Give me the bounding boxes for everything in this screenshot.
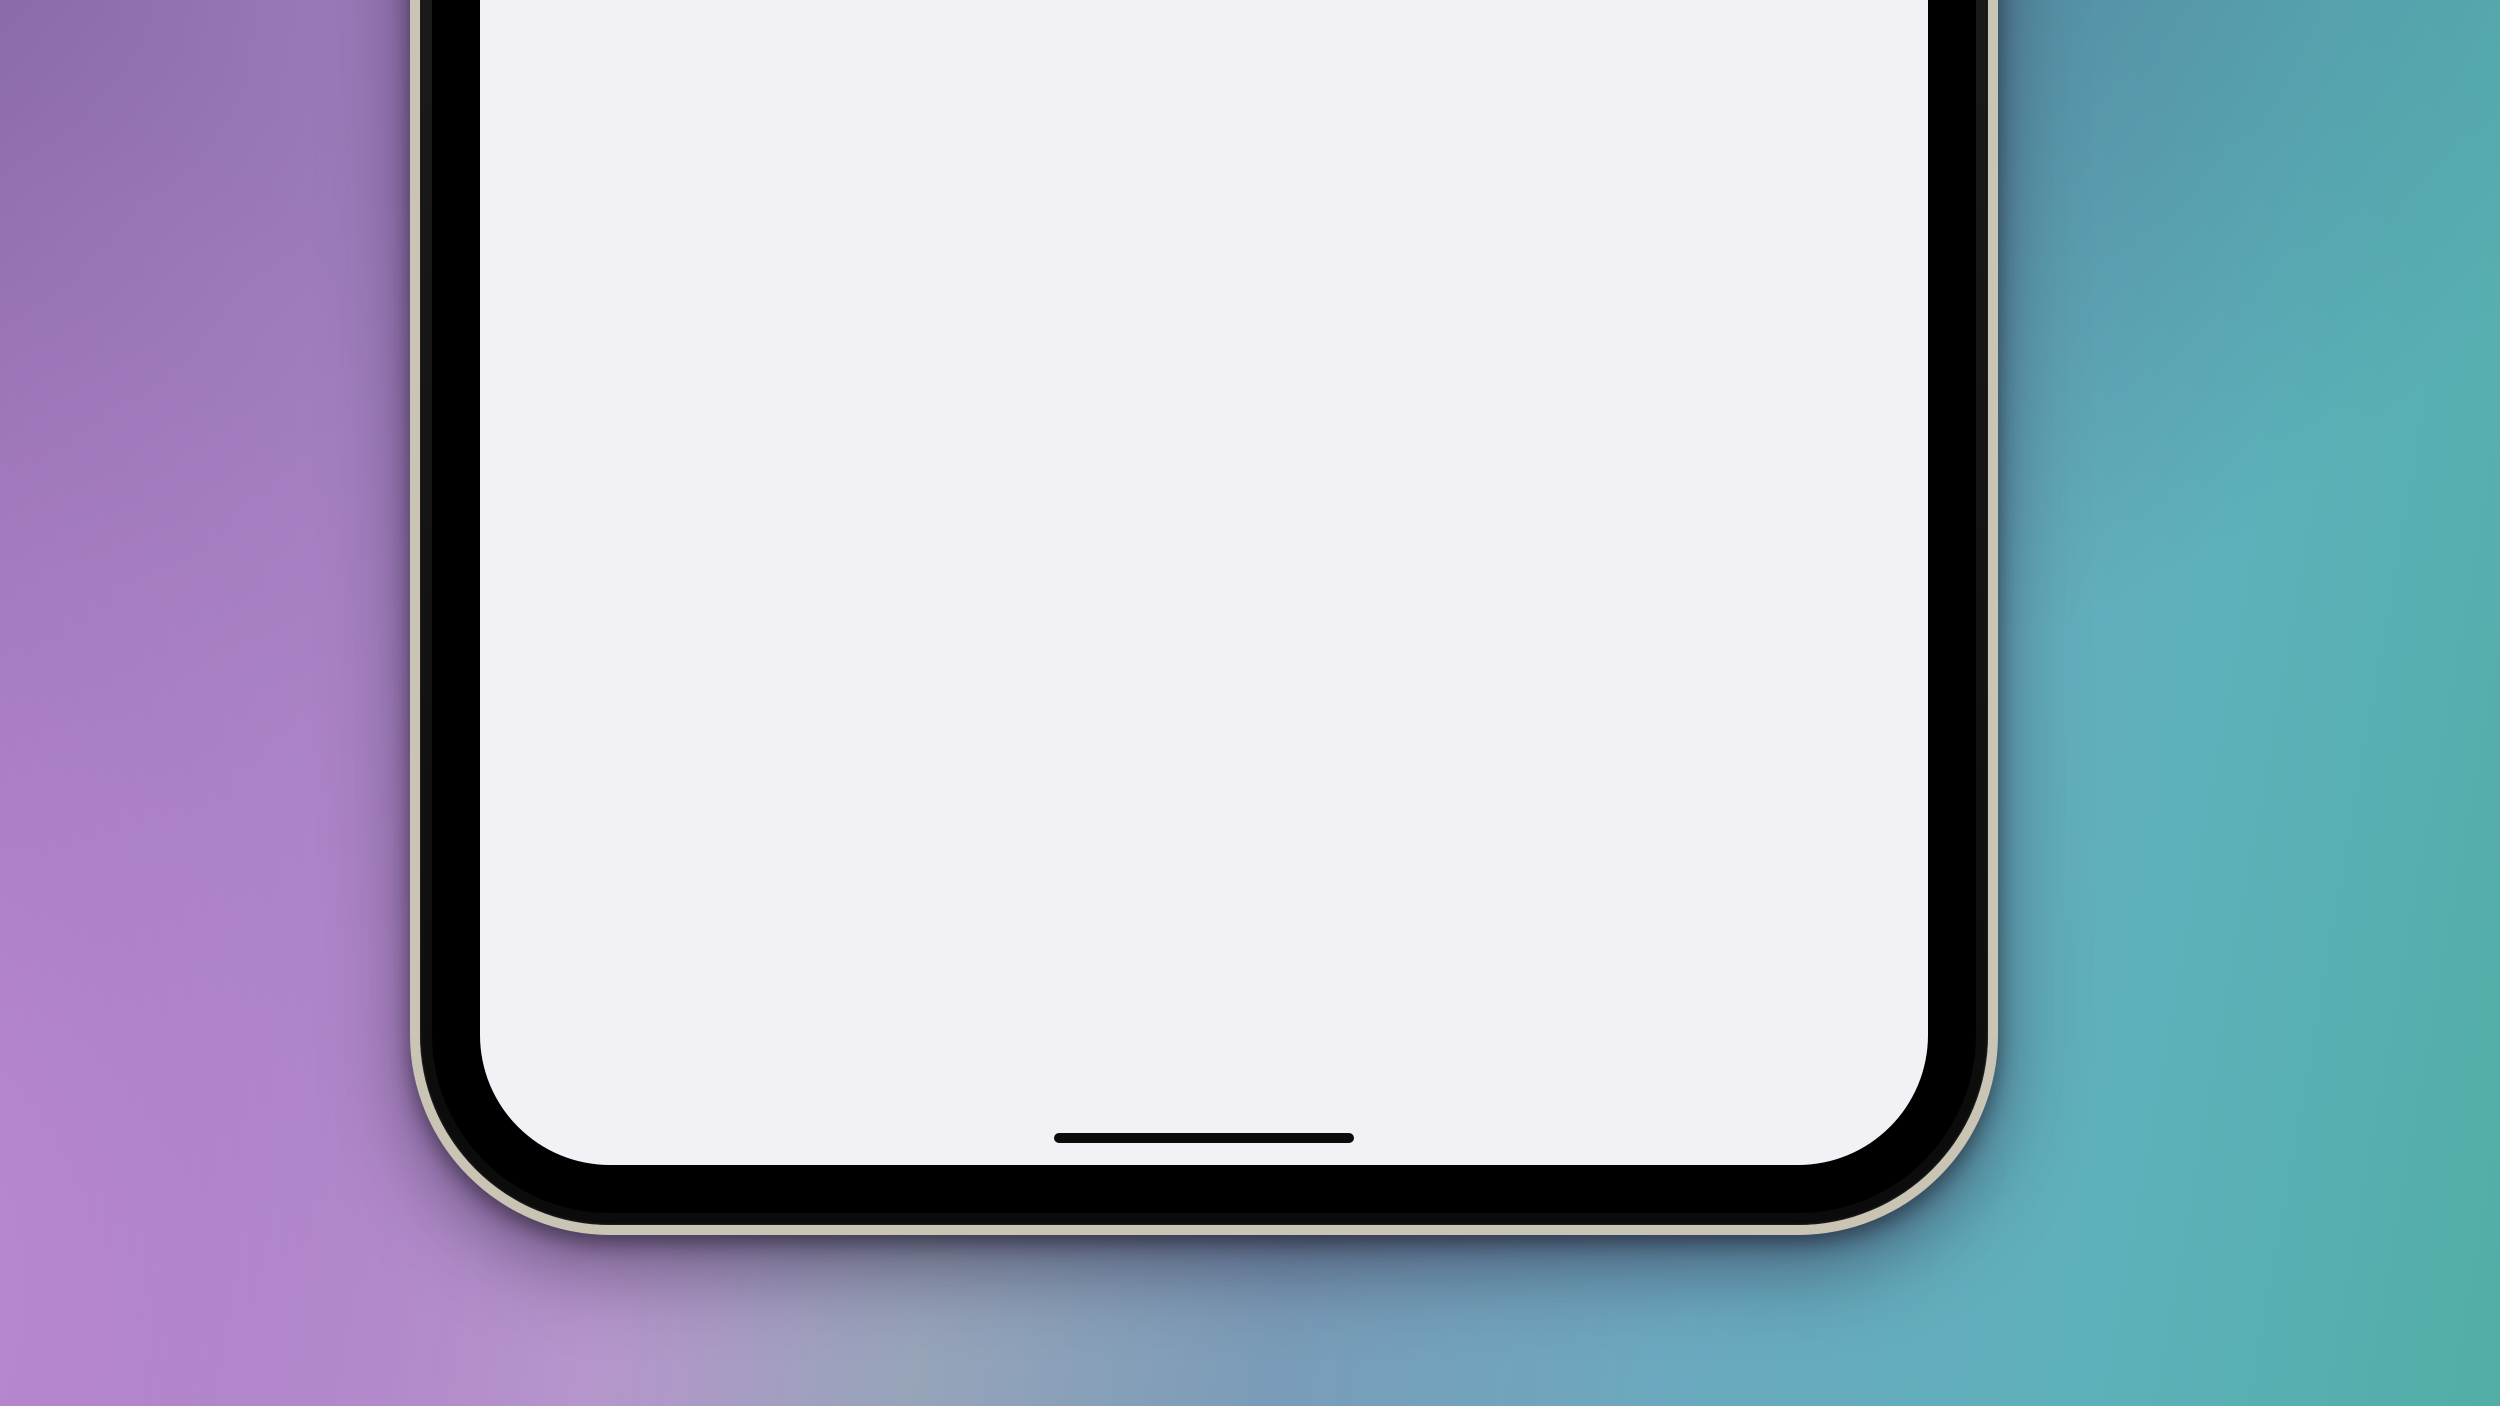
phone-frame-outer: BATTERY Manufacture Date August 2023 Fir…: [410, 0, 1998, 1235]
ios-settings-screen: BATTERY Manufacture Date August 2023 Fir…: [480, 0, 1928, 1165]
home-indicator[interactable]: [1054, 1133, 1354, 1143]
phone-bezel: BATTERY Manufacture Date August 2023 Fir…: [432, 0, 1976, 1213]
phone-frame-mid: BATTERY Manufacture Date August 2023 Fir…: [420, 0, 1988, 1225]
